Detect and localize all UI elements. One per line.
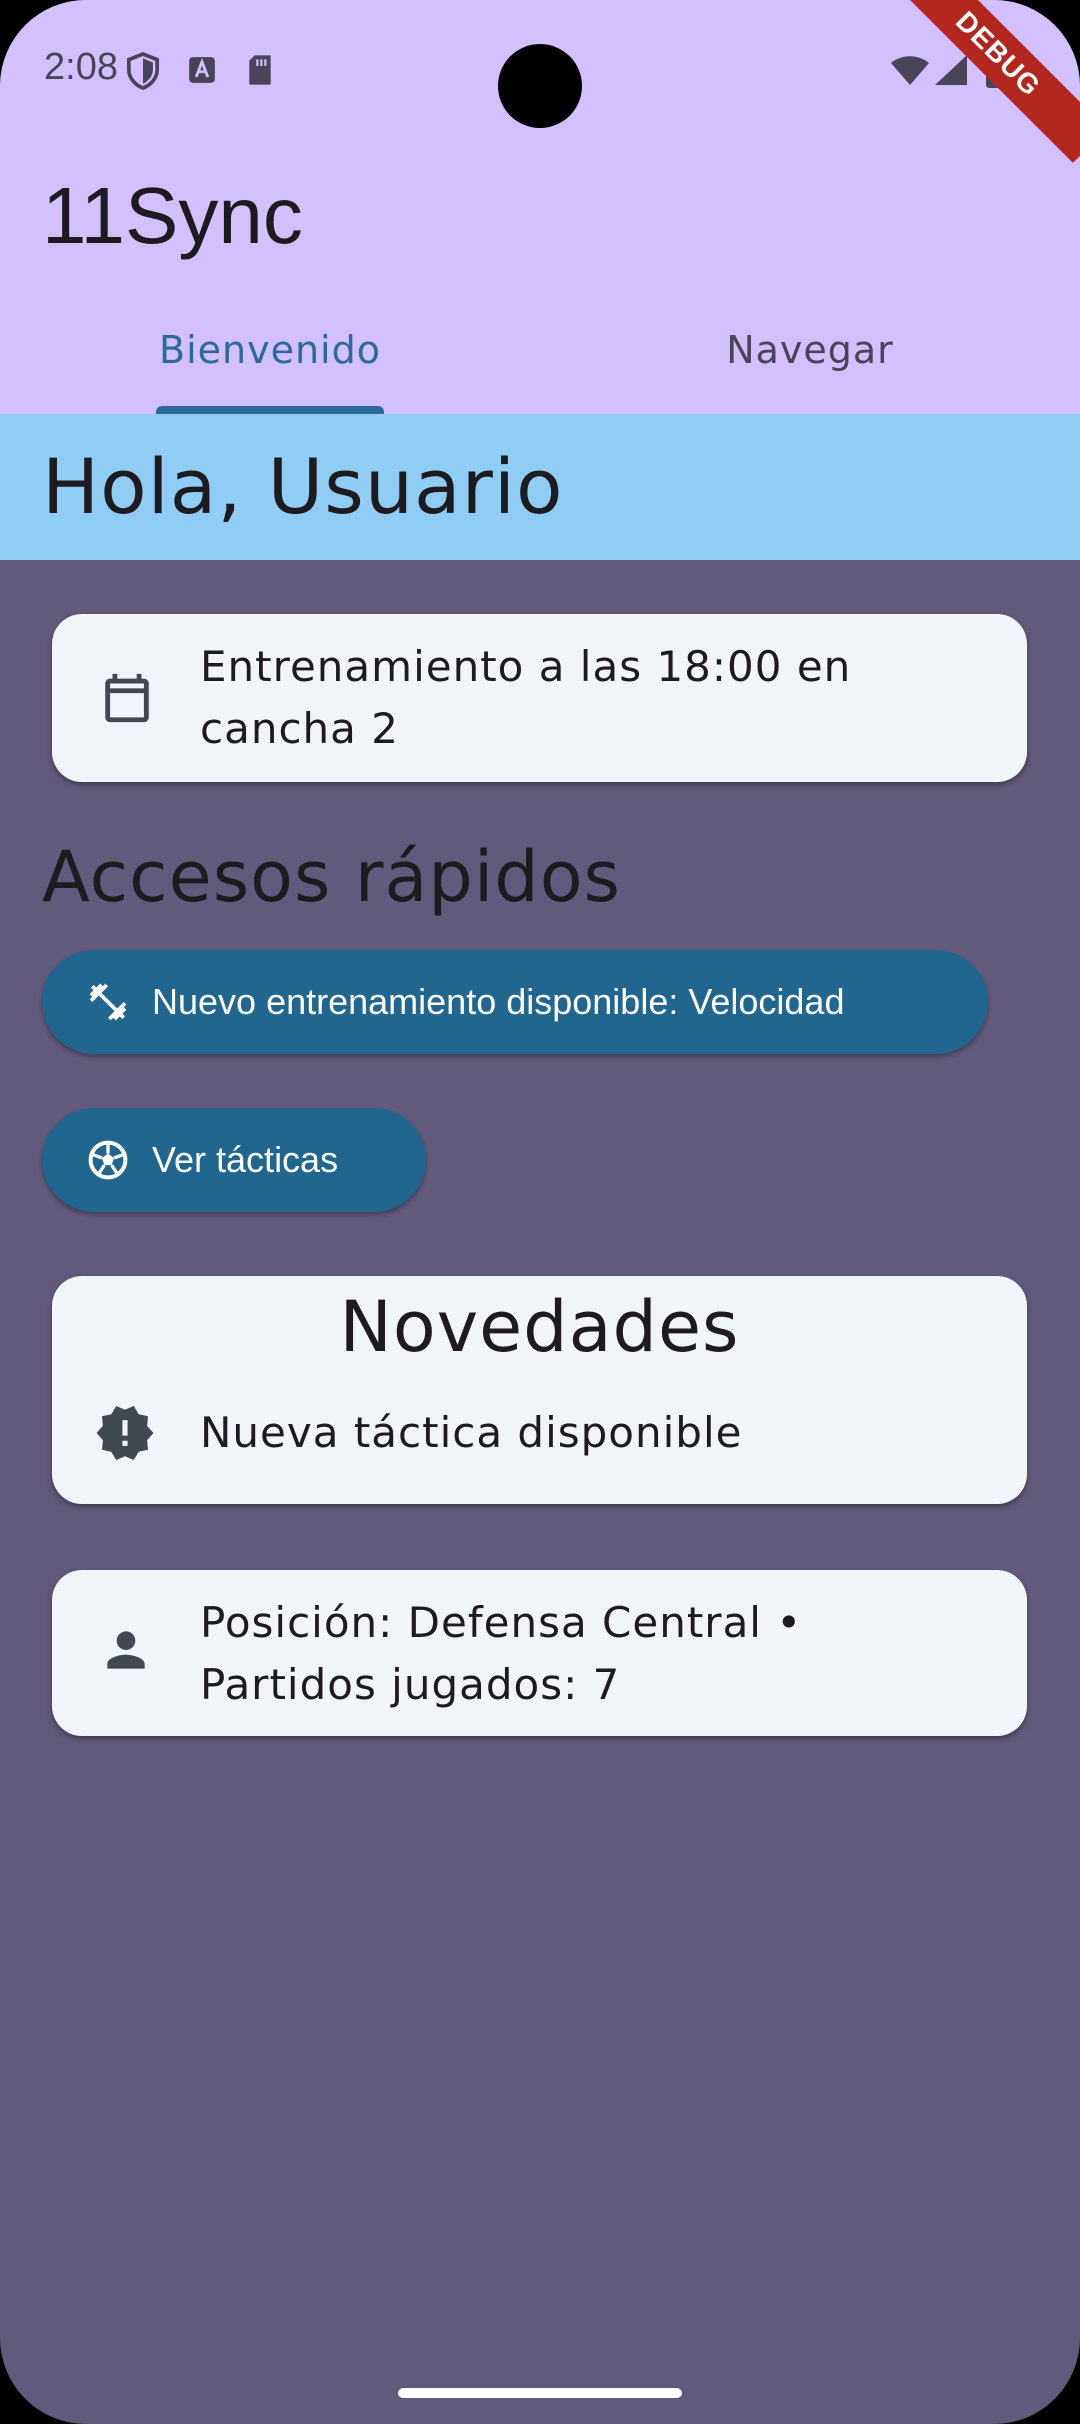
- greeting-banner: Hola, Usuario: [0, 414, 1080, 560]
- app-title: 11Sync: [42, 171, 303, 260]
- view-tactics-button[interactable]: Ver tácticas: [42, 1108, 426, 1212]
- news-title: Novedades: [339, 1286, 740, 1368]
- tab-indicator: [156, 406, 384, 414]
- player-info-card: Posición: Defensa Central • Partidos jug…: [52, 1570, 1027, 1736]
- status-time: 2:08: [44, 46, 118, 88]
- tab-navegar[interactable]: Navegar: [540, 300, 1080, 414]
- app-bar: 2:08 DEBUG 11Sync Bienvenido Navegar: [0, 0, 1080, 414]
- next-event-line2: cancha 2: [200, 704, 399, 753]
- text-a-icon: [188, 56, 216, 89]
- screen: 2:08 DEBUG 11Sync Bienvenido Navegar Hol…: [0, 0, 1080, 2424]
- news-card: Novedades Nueva táctica disponible: [52, 1276, 1027, 1504]
- new-training-label: Nuevo entrenamiento disponible: Velocida…: [152, 981, 845, 1022]
- player-position: Posición: Defensa Central •: [200, 1598, 803, 1647]
- fitness-icon: [86, 980, 130, 1029]
- sd-card-icon: [246, 54, 274, 91]
- new-releases-icon: [94, 1402, 156, 1469]
- shield-icon: [126, 52, 160, 95]
- home-indicator[interactable]: [398, 2388, 682, 2398]
- signal-icon: [934, 54, 968, 91]
- camera-cutout: [498, 44, 582, 128]
- news-item-text[interactable]: Nueva táctica disponible: [200, 1402, 987, 1464]
- next-event-card[interactable]: Entrenamiento a las 18:00 en cancha 2: [52, 614, 1027, 782]
- view-tactics-label: Ver tácticas: [152, 1139, 339, 1180]
- new-training-button[interactable]: Nuevo entrenamiento disponible: Velocida…: [42, 950, 988, 1054]
- next-event-line1: Entrenamiento a las 18:00 en: [200, 642, 852, 691]
- greeting-text: Hola, Usuario: [42, 442, 564, 531]
- person-icon: [98, 1622, 154, 1683]
- status-bar: 2:08 DEBUG: [0, 0, 1080, 163]
- tab-bar: Bienvenido Navegar: [0, 300, 1080, 414]
- calendar-icon: [98, 668, 156, 733]
- quick-access-title: Accesos rápidos: [42, 836, 621, 918]
- player-matches: Partidos jugados: 7: [200, 1660, 621, 1709]
- wifi-icon: [890, 56, 930, 91]
- soccer-ball-icon: [86, 1138, 130, 1187]
- tab-bienvenido[interactable]: Bienvenido: [0, 300, 540, 414]
